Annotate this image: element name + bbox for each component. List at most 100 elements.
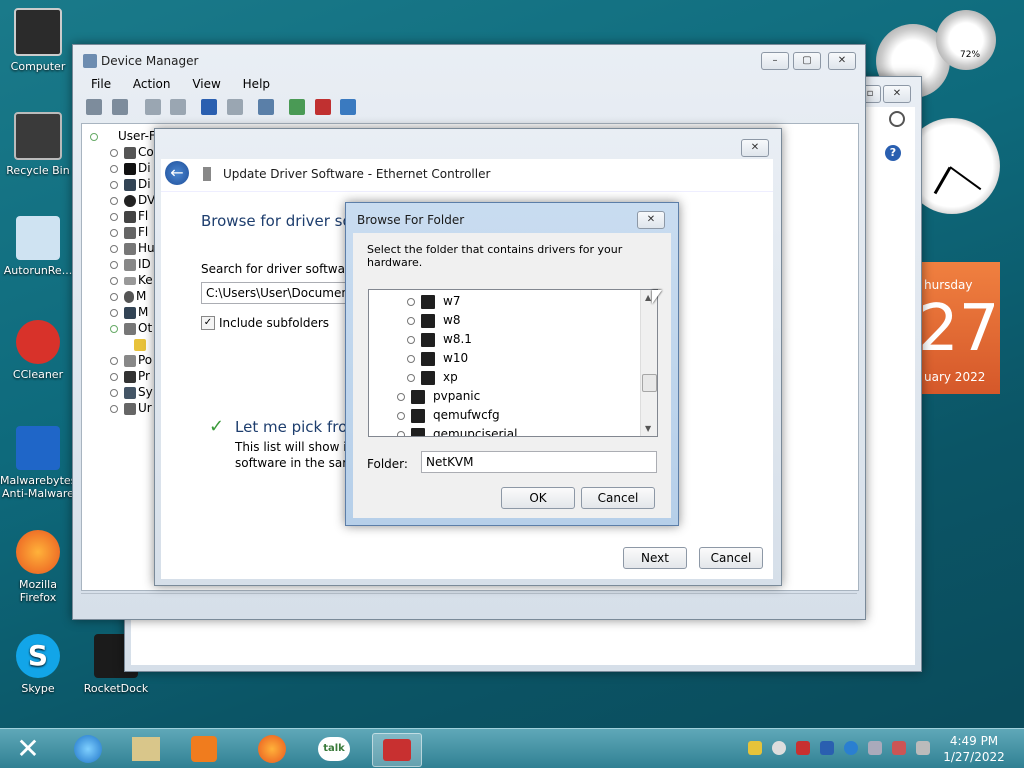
tree-item[interactable]: ID <box>90 256 156 272</box>
folder-tree-item[interactable]: xp <box>407 368 458 386</box>
desktop-icon-label: Skype <box>21 682 55 695</box>
mouse-cursor-icon <box>652 290 662 304</box>
calendar-weekday: hursday <box>924 278 973 292</box>
tree-item[interactable]: Ot <box>90 320 156 336</box>
folder-icon <box>421 332 435 347</box>
tree-item[interactable]: Di <box>90 160 156 176</box>
firefox-taskbar-icon <box>258 735 286 763</box>
desktop-icon-autorun[interactable]: AutorunRe... <box>0 216 76 277</box>
properties-icon[interactable] <box>144 99 161 115</box>
menu-file[interactable]: File <box>91 77 111 91</box>
tray-device-icon[interactable] <box>868 741 882 755</box>
enable-device-icon[interactable] <box>340 99 357 115</box>
folder-tree-item[interactable]: w8.1 <box>407 330 472 348</box>
menu-action[interactable]: Action <box>133 77 171 91</box>
folder-input[interactable] <box>421 451 657 473</box>
recycle-bin-icon <box>14 112 62 160</box>
back-button[interactable]: ← <box>165 161 189 185</box>
mouse-icon <box>124 290 134 303</box>
tray-app-icon[interactable] <box>748 741 762 755</box>
folder-tree-item[interactable]: pvpanic <box>397 387 480 405</box>
scroll-thumb[interactable] <box>642 374 657 392</box>
tree-root[interactable]: User-F <box>90 128 156 144</box>
menu-help[interactable]: Help <box>243 77 270 91</box>
tray-network-icon[interactable] <box>820 741 834 755</box>
tree-item[interactable]: M <box>90 304 156 320</box>
wizard-cancel-button[interactable]: Cancel <box>699 547 763 569</box>
back-arrow-icon[interactable] <box>86 99 102 115</box>
uninstall-icon[interactable] <box>314 99 331 115</box>
scan-hardware-icon[interactable] <box>257 99 274 115</box>
tray-chat-icon[interactable] <box>772 741 786 755</box>
browse-folder-dialog[interactable]: Browse For Folder ✕ Select the folder th… <box>345 202 679 526</box>
tray-flag-icon[interactable] <box>892 741 906 755</box>
desktop-icon-ccleaner[interactable]: CCleaner <box>0 320 76 381</box>
folder-icon <box>411 408 425 423</box>
next-button[interactable]: Next <box>623 547 687 569</box>
folder-tree-scrollbar[interactable]: ▲ ▼ <box>640 290 657 436</box>
meter-percent: 72% <box>960 50 981 60</box>
device-manager-close-button[interactable]: ✕ <box>828 52 856 70</box>
tree-item[interactable] <box>90 336 156 352</box>
taskbar-device-manager-button[interactable] <box>372 733 422 767</box>
search-icon[interactable] <box>889 111 905 127</box>
pick-option-title[interactable]: Let me pick from <box>235 418 362 436</box>
scroll-up-arrow-icon[interactable]: ▲ <box>645 293 651 302</box>
tree-item[interactable]: Pr <box>90 368 156 384</box>
desktop-icon-computer[interactable]: Computer <box>0 8 76 73</box>
tree-item[interactable]: Hu <box>90 240 156 256</box>
ccleaner-icon <box>16 320 60 364</box>
folder-icon <box>411 389 425 404</box>
taskbar-media-player-button[interactable] <box>180 733 228 765</box>
help-toolbar-icon[interactable] <box>201 99 218 115</box>
device-manager-minimize-button[interactable]: – <box>761 52 789 70</box>
tree-item[interactable]: Di <box>90 176 156 192</box>
folder-tree-item[interactable]: w10 <box>407 349 468 367</box>
menu-view[interactable]: View <box>192 77 220 91</box>
help-icon[interactable]: ? <box>885 145 901 161</box>
folder-tree-item[interactable]: w7 <box>407 292 460 310</box>
skype-icon: S <box>16 634 60 678</box>
forward-arrow-icon[interactable] <box>111 99 128 115</box>
tree-item[interactable]: Ke <box>90 272 156 288</box>
tree-item[interactable]: Sy <box>90 384 156 400</box>
tray-security-icon[interactable] <box>796 741 810 755</box>
display-adapter-icon <box>124 178 136 191</box>
device-manager-maximize-button[interactable]: ▢ <box>793 52 821 70</box>
start-button[interactable]: ✕ <box>0 729 56 768</box>
tree-item[interactable]: Po <box>90 352 156 368</box>
calendar-gadget[interactable]: hursday 27 uary 2022 <box>918 262 1000 394</box>
scroll-down-arrow-icon[interactable]: ▼ <box>645 424 651 433</box>
tree-item[interactable]: Fl <box>90 224 156 240</box>
tree-item[interactable]: Fl <box>90 208 156 224</box>
folder-tree-item[interactable]: w8 <box>407 311 460 329</box>
tree-item[interactable]: Ur <box>90 400 156 416</box>
update-driver-icon[interactable] <box>288 99 305 115</box>
folder-tree-item[interactable]: qemufwcfg <box>397 406 500 424</box>
desktop-icon-recycle-bin[interactable]: Recycle Bin <box>0 112 76 177</box>
view-icon[interactable] <box>170 99 187 115</box>
details-icon[interactable] <box>227 99 244 115</box>
browse-cancel-button[interactable]: Cancel <box>581 487 655 509</box>
taskbar-firefox-button[interactable] <box>248 733 296 765</box>
background-window-close-button[interactable]: ✕ <box>883 85 911 103</box>
taskbar-explorer-button[interactable] <box>122 733 170 765</box>
ok-button[interactable]: OK <box>501 487 575 509</box>
tree-item[interactable]: Co <box>90 144 156 160</box>
taskbar-ie-button[interactable] <box>64 733 112 765</box>
include-subfolders-checkbox[interactable]: ✓ <box>201 316 215 330</box>
desktop-icon-firefox[interactable]: Mozilla Firefox <box>0 530 76 604</box>
tree-item[interactable]: DV <box>90 192 156 208</box>
update-driver-close-button[interactable]: ✕ <box>741 139 769 157</box>
desktop-icon-malwarebytes[interactable]: Malwarebytes Anti-Malware <box>0 426 76 500</box>
browse-folder-close-button[interactable]: ✕ <box>637 211 665 229</box>
desktop-icon-skype[interactable]: S Skype <box>0 634 76 695</box>
tree-item[interactable]: M <box>90 288 156 304</box>
taskbar-clock[interactable]: 4:49 PM 1/27/2022 <box>940 733 1008 765</box>
dvd-drive-icon <box>124 194 136 207</box>
taskbar-google-talk-button[interactable]: talk <box>310 733 358 765</box>
tray-volume-icon[interactable] <box>916 741 930 755</box>
folder-tree-item[interactable]: qemupciserial <box>397 425 517 436</box>
folder-tree[interactable]: w7 w8 w8.1 w10 xp pvpanic qemufwcfg qemu… <box>368 289 658 437</box>
tray-info-icon[interactable] <box>844 741 858 755</box>
